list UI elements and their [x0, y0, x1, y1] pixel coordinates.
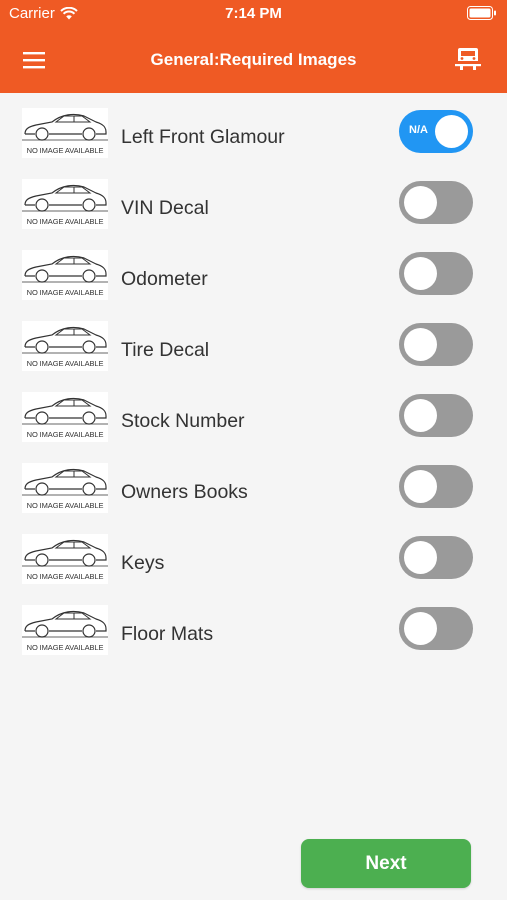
toggle-knob	[404, 257, 437, 290]
no-image-caption: NO IMAGE AVAILABLE	[26, 501, 104, 510]
list-item: NO IMAGE AVAILABLE VIN Decal	[0, 171, 507, 242]
image-thumbnail[interactable]: NO IMAGE AVAILABLE	[22, 179, 108, 229]
toggle-knob	[404, 399, 437, 432]
status-time: 7:14 PM	[225, 5, 282, 22]
list-item: NO IMAGE AVAILABLE Tire Decal	[0, 313, 507, 384]
list-item: NO IMAGE AVAILABLE Odometer	[0, 242, 507, 313]
list-item: NO IMAGE AVAILABLE Keys	[0, 526, 507, 597]
toggle-knob	[404, 612, 437, 645]
status-bar: Carrier 7:14 PM	[0, 0, 507, 28]
no-image-caption: NO IMAGE AVAILABLE	[26, 643, 104, 652]
item-label: Odometer	[121, 268, 208, 290]
item-toggle[interactable]	[399, 536, 473, 579]
list-item: NO IMAGE AVAILABLE Owners Books	[0, 455, 507, 526]
car-placeholder-icon	[22, 468, 108, 496]
item-label: VIN Decal	[121, 197, 209, 219]
car-placeholder-icon	[22, 610, 108, 638]
image-thumbnail[interactable]: NO IMAGE AVAILABLE	[22, 108, 108, 158]
item-toggle[interactable]: N/A	[399, 110, 473, 153]
app-header: Carrier 7:14 PM General:Required Images	[0, 0, 507, 93]
car-placeholder-icon	[22, 539, 108, 567]
no-image-caption: NO IMAGE AVAILABLE	[26, 430, 104, 439]
toggle-text: N/A	[409, 124, 428, 136]
item-toggle[interactable]	[399, 252, 473, 295]
list-item: NO IMAGE AVAILABLE Stock Number	[0, 384, 507, 455]
item-label: Floor Mats	[121, 623, 214, 645]
car-placeholder-icon	[22, 397, 108, 425]
toggle-knob	[404, 328, 437, 361]
toggle-knob	[435, 115, 468, 148]
item-toggle[interactable]	[399, 323, 473, 366]
car-placeholder-icon	[22, 113, 108, 141]
toggle-knob	[404, 541, 437, 574]
image-thumbnail[interactable]: NO IMAGE AVAILABLE	[22, 605, 108, 655]
toggle-knob	[404, 186, 437, 219]
car-icon[interactable]	[455, 45, 481, 75]
image-thumbnail[interactable]: NO IMAGE AVAILABLE	[22, 392, 108, 442]
image-thumbnail[interactable]: NO IMAGE AVAILABLE	[22, 250, 108, 300]
no-image-caption: NO IMAGE AVAILABLE	[26, 288, 104, 297]
required-images-list: NO IMAGE AVAILABLE Left Front Glamour N/…	[0, 100, 507, 668]
no-image-caption: NO IMAGE AVAILABLE	[26, 359, 104, 368]
no-image-caption: NO IMAGE AVAILABLE	[26, 146, 104, 155]
toggle-knob	[404, 470, 437, 503]
item-toggle[interactable]	[399, 465, 473, 508]
item-label: Left Front Glamour	[121, 126, 285, 148]
no-image-caption: NO IMAGE AVAILABLE	[26, 572, 104, 581]
list-item: NO IMAGE AVAILABLE Floor Mats	[0, 597, 507, 668]
item-label: Owners Books	[121, 481, 248, 503]
item-toggle[interactable]	[399, 607, 473, 650]
car-placeholder-icon	[22, 184, 108, 212]
battery-icon	[467, 6, 496, 20]
no-image-caption: NO IMAGE AVAILABLE	[26, 217, 104, 226]
item-label: Stock Number	[121, 410, 245, 432]
item-label: Keys	[121, 552, 165, 574]
image-thumbnail[interactable]: NO IMAGE AVAILABLE	[22, 463, 108, 513]
car-placeholder-icon	[22, 326, 108, 354]
item-label: Tire Decal	[121, 339, 210, 361]
list-item: NO IMAGE AVAILABLE Left Front Glamour N/…	[0, 100, 507, 171]
next-button[interactable]: Next	[301, 839, 471, 888]
image-thumbnail[interactable]: NO IMAGE AVAILABLE	[22, 321, 108, 371]
item-toggle[interactable]	[399, 394, 473, 437]
item-toggle[interactable]	[399, 181, 473, 224]
page-title: General:Required Images	[150, 50, 357, 69]
nav-bar: General:Required Images	[0, 28, 507, 93]
image-thumbnail[interactable]: NO IMAGE AVAILABLE	[22, 534, 108, 584]
car-placeholder-icon	[22, 255, 108, 283]
